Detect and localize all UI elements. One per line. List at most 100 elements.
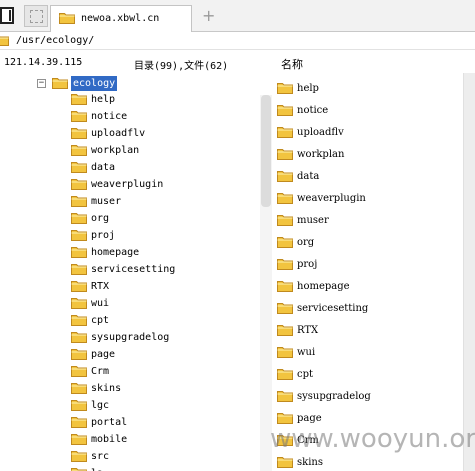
list-item[interactable]: RTX bbox=[277, 321, 457, 341]
tree-item[interactable]: servicesetting bbox=[71, 261, 257, 278]
list-item[interactable]: cpt bbox=[277, 365, 457, 385]
tree-item[interactable]: portal bbox=[71, 414, 257, 431]
list-item[interactable]: sysupgradelog bbox=[277, 387, 457, 407]
tree-item[interactable]: Crm bbox=[71, 363, 257, 380]
list-item-label[interactable]: wui bbox=[297, 347, 315, 358]
page-icon[interactable] bbox=[24, 5, 48, 27]
tree-item-label[interactable]: wui bbox=[91, 298, 109, 309]
tree-item[interactable]: la bbox=[71, 465, 257, 471]
list-item-label[interactable]: workplan bbox=[297, 149, 344, 160]
list-item-label[interactable]: muser bbox=[297, 215, 329, 226]
list-item[interactable]: weaverplugin bbox=[277, 189, 457, 209]
tree-item[interactable]: cpt bbox=[71, 312, 257, 329]
sidebar-toggle-icon[interactable] bbox=[0, 7, 14, 24]
folder-icon bbox=[71, 434, 87, 445]
list-item[interactable]: muser bbox=[277, 211, 457, 231]
list-scrollbar[interactable] bbox=[463, 73, 475, 471]
list-item[interactable]: help bbox=[277, 79, 457, 99]
new-tab-button[interactable]: + bbox=[202, 6, 215, 25]
watermark: www.wooyun.org bbox=[270, 424, 475, 454]
list-item-label[interactable]: sysupgradelog bbox=[297, 391, 371, 402]
tree-item[interactable]: RTX bbox=[71, 278, 257, 295]
folder-icon bbox=[277, 237, 293, 248]
tree-item-label[interactable]: lgc bbox=[91, 400, 109, 411]
list-item-label[interactable]: data bbox=[297, 171, 319, 182]
tree-item-label[interactable]: src bbox=[91, 451, 109, 462]
list-item-label[interactable]: notice bbox=[297, 105, 328, 116]
tree-item-label[interactable]: RTX bbox=[91, 281, 109, 292]
tree-item[interactable]: workplan bbox=[71, 142, 257, 159]
list-item[interactable]: workplan bbox=[277, 145, 457, 165]
tab-bar: newoa.xbwl.cn + bbox=[0, 0, 475, 32]
list-item[interactable]: servicesetting bbox=[277, 299, 457, 319]
tree-item[interactable]: mobile bbox=[71, 431, 257, 448]
tree-item-label[interactable]: muser bbox=[91, 196, 121, 207]
list-item-label[interactable]: cpt bbox=[297, 369, 313, 380]
info-bar: 121.14.39.115 目录(99),文件(62) 名称 bbox=[0, 51, 475, 73]
tree-item-label[interactable]: org bbox=[91, 213, 109, 224]
tree-item-label[interactable]: sysupgradelog bbox=[91, 332, 169, 343]
tree-item[interactable]: weaverplugin bbox=[71, 176, 257, 193]
collapse-icon[interactable]: − bbox=[37, 79, 46, 88]
list-item-label[interactable]: servicesetting bbox=[297, 303, 368, 314]
tree-item[interactable]: proj bbox=[71, 227, 257, 244]
tree-item[interactable]: sysupgradelog bbox=[71, 329, 257, 346]
tree-item-label[interactable]: notice bbox=[91, 111, 127, 122]
name-column-header[interactable]: 名称 bbox=[281, 56, 303, 72]
file-list: help notice uploadflv workplan data weaverplu… bbox=[272, 73, 462, 471]
tree-item-label[interactable]: uploadflv bbox=[91, 128, 145, 139]
folder-icon bbox=[277, 215, 293, 226]
tree-item-label[interactable]: weaverplugin bbox=[91, 179, 163, 190]
list-item-label[interactable]: RTX bbox=[297, 325, 318, 336]
tree-item[interactable]: skins bbox=[71, 380, 257, 397]
list-item[interactable]: skins bbox=[277, 453, 457, 471]
list-item[interactable]: data bbox=[277, 167, 457, 187]
list-item-label[interactable]: weaverplugin bbox=[297, 193, 366, 204]
folder-icon bbox=[277, 303, 293, 314]
tree-item[interactable]: muser bbox=[71, 193, 257, 210]
tree-item-label[interactable]: help bbox=[91, 94, 115, 105]
list-item-label[interactable]: proj bbox=[297, 259, 317, 270]
list-item-label[interactable]: help bbox=[297, 83, 319, 94]
tree-item-label[interactable]: cpt bbox=[91, 315, 109, 326]
tab-active[interactable]: newoa.xbwl.cn bbox=[50, 5, 192, 32]
tree-item[interactable]: lgc bbox=[71, 397, 257, 414]
list-item-label[interactable]: uploadflv bbox=[297, 127, 344, 138]
folder-icon bbox=[59, 13, 75, 24]
list-item[interactable]: org bbox=[277, 233, 457, 253]
tree-root-label[interactable]: ecology bbox=[71, 76, 118, 91]
tree-item[interactable]: wui bbox=[71, 295, 257, 312]
list-item[interactable]: wui bbox=[277, 343, 457, 363]
tree-item-label[interactable]: servicesetting bbox=[91, 264, 175, 275]
list-item[interactable]: proj bbox=[277, 255, 457, 275]
tree-item[interactable]: notice bbox=[71, 108, 257, 125]
list-item[interactable]: notice bbox=[277, 101, 457, 121]
tree-item-label[interactable]: Crm bbox=[91, 366, 109, 377]
list-item-label[interactable]: org bbox=[297, 237, 314, 248]
tree-item[interactable]: help bbox=[71, 91, 257, 108]
tree-scrollbar[interactable] bbox=[260, 95, 272, 471]
tree-item[interactable]: homepage bbox=[71, 244, 257, 261]
tree-item[interactable]: src bbox=[71, 448, 257, 465]
tree-item-label[interactable]: skins bbox=[91, 383, 121, 394]
tree-item-label[interactable]: portal bbox=[91, 417, 127, 428]
tree-item-label[interactable]: proj bbox=[91, 230, 115, 241]
path-text[interactable]: /usr/ecology/ bbox=[16, 35, 94, 46]
tree-item-label[interactable]: mobile bbox=[91, 434, 127, 445]
address-bar[interactable]: /usr/ecology/ bbox=[0, 32, 475, 50]
tree-item-label[interactable]: workplan bbox=[91, 145, 139, 156]
tree-item-label[interactable]: page bbox=[91, 349, 115, 360]
list-item-label[interactable]: page bbox=[297, 413, 322, 424]
list-item-label[interactable]: skins bbox=[297, 457, 323, 468]
list-item-label[interactable]: homepage bbox=[297, 281, 350, 292]
tree-item[interactable]: page bbox=[71, 346, 257, 363]
tree-scrollbar-thumb[interactable] bbox=[261, 95, 271, 207]
folder-icon bbox=[277, 281, 293, 292]
list-item[interactable]: homepage bbox=[277, 277, 457, 297]
tree-item[interactable]: uploadflv bbox=[71, 125, 257, 142]
tree-item[interactable]: org bbox=[71, 210, 257, 227]
tree-item[interactable]: data bbox=[71, 159, 257, 176]
tree-item-label[interactable]: data bbox=[91, 162, 115, 173]
tree-item-label[interactable]: homepage bbox=[91, 247, 139, 258]
list-item[interactable]: uploadflv bbox=[277, 123, 457, 143]
